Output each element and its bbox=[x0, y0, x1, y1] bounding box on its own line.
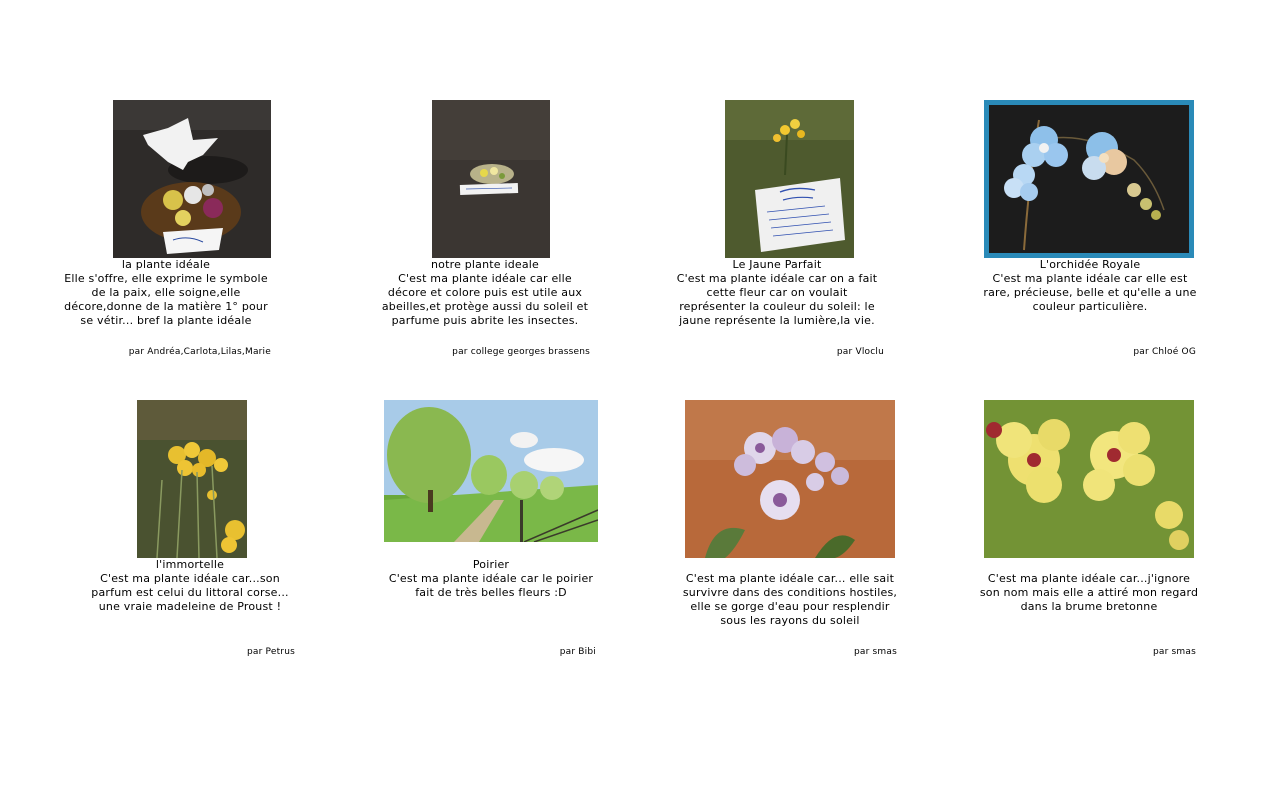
photo-mullein[interactable] bbox=[984, 400, 1194, 558]
card-caption: C'est ma plante idéale car... elle sait … bbox=[680, 572, 900, 628]
photo-plante-ideale[interactable] bbox=[113, 100, 271, 258]
card-caption: Poirier C'est ma plante idéale car le po… bbox=[381, 558, 601, 600]
calotropis-image bbox=[685, 400, 895, 558]
orchid-image bbox=[984, 100, 1194, 258]
card-description: C'est ma plante idéale car... elle sait … bbox=[682, 572, 898, 627]
card-author: par Andréa,Carlota,Lilas,Marie bbox=[128, 347, 271, 357]
photo-calotropis[interactable] bbox=[685, 400, 895, 558]
pear-tree-image bbox=[384, 400, 598, 542]
card-description: C'est ma plante idéale car on a fait cet… bbox=[676, 272, 878, 327]
card-caption: notre plante ideale C'est ma plante idéa… bbox=[377, 258, 593, 328]
card-caption: L'orchidée Royale C'est ma plante idéale… bbox=[978, 258, 1202, 314]
dove-flower-image bbox=[113, 100, 271, 258]
card-author: par college georges brassens bbox=[452, 347, 590, 357]
photo-poirier[interactable] bbox=[384, 400, 598, 542]
card-caption: Le Jaune Parfait C'est ma plante idéale … bbox=[674, 258, 880, 328]
card-description: C'est ma plante idéale car...j'ignore so… bbox=[979, 572, 1199, 613]
card-title: L'orchidée Royale bbox=[1039, 258, 1141, 271]
mullein-image bbox=[984, 400, 1194, 558]
asphalt-flower-image bbox=[432, 100, 550, 258]
card-author: par Chloé OG bbox=[1133, 347, 1196, 357]
card-caption: C'est ma plante idéale car...j'ignore so… bbox=[979, 572, 1199, 614]
card-title: notre plante ideale bbox=[430, 258, 540, 271]
card-description: Elle s'offre, elle exprime le symbole de… bbox=[64, 272, 268, 327]
photo-immortelle[interactable] bbox=[137, 400, 247, 558]
yellow-note-image bbox=[725, 100, 854, 258]
card-description: C'est ma plante idéale car le poirier fa… bbox=[388, 572, 594, 599]
card-title: Le Jaune Parfait bbox=[732, 258, 822, 271]
card-caption: la plante idéale Elle s'offre, elle expr… bbox=[56, 258, 276, 328]
card-author: par Bibi bbox=[559, 647, 596, 657]
card-title: l'immortelle bbox=[155, 558, 225, 571]
photo-jaune-parfait[interactable] bbox=[725, 100, 854, 258]
photo-notre-plante-ideale[interactable] bbox=[432, 100, 550, 258]
immortelle-image bbox=[137, 400, 247, 558]
card-author: par smas bbox=[853, 647, 897, 657]
photo-orchidee-royale[interactable] bbox=[984, 100, 1194, 258]
card-author: par smas bbox=[1152, 647, 1196, 657]
card-title: la plante idéale bbox=[121, 258, 211, 271]
card-title: Poirier bbox=[472, 558, 510, 571]
card-description: C'est ma plante idéale car elle décore e… bbox=[381, 272, 589, 327]
card-author: par Vloclu bbox=[836, 347, 884, 357]
card-description: C'est ma plante idéale car...son parfum … bbox=[91, 572, 289, 613]
card-author: par Petrus bbox=[246, 647, 295, 657]
card-description: C'est ma plante idéale car elle est rare… bbox=[983, 272, 1197, 313]
card-caption: l'immortelle C'est ma plante idéale car.… bbox=[80, 558, 300, 614]
